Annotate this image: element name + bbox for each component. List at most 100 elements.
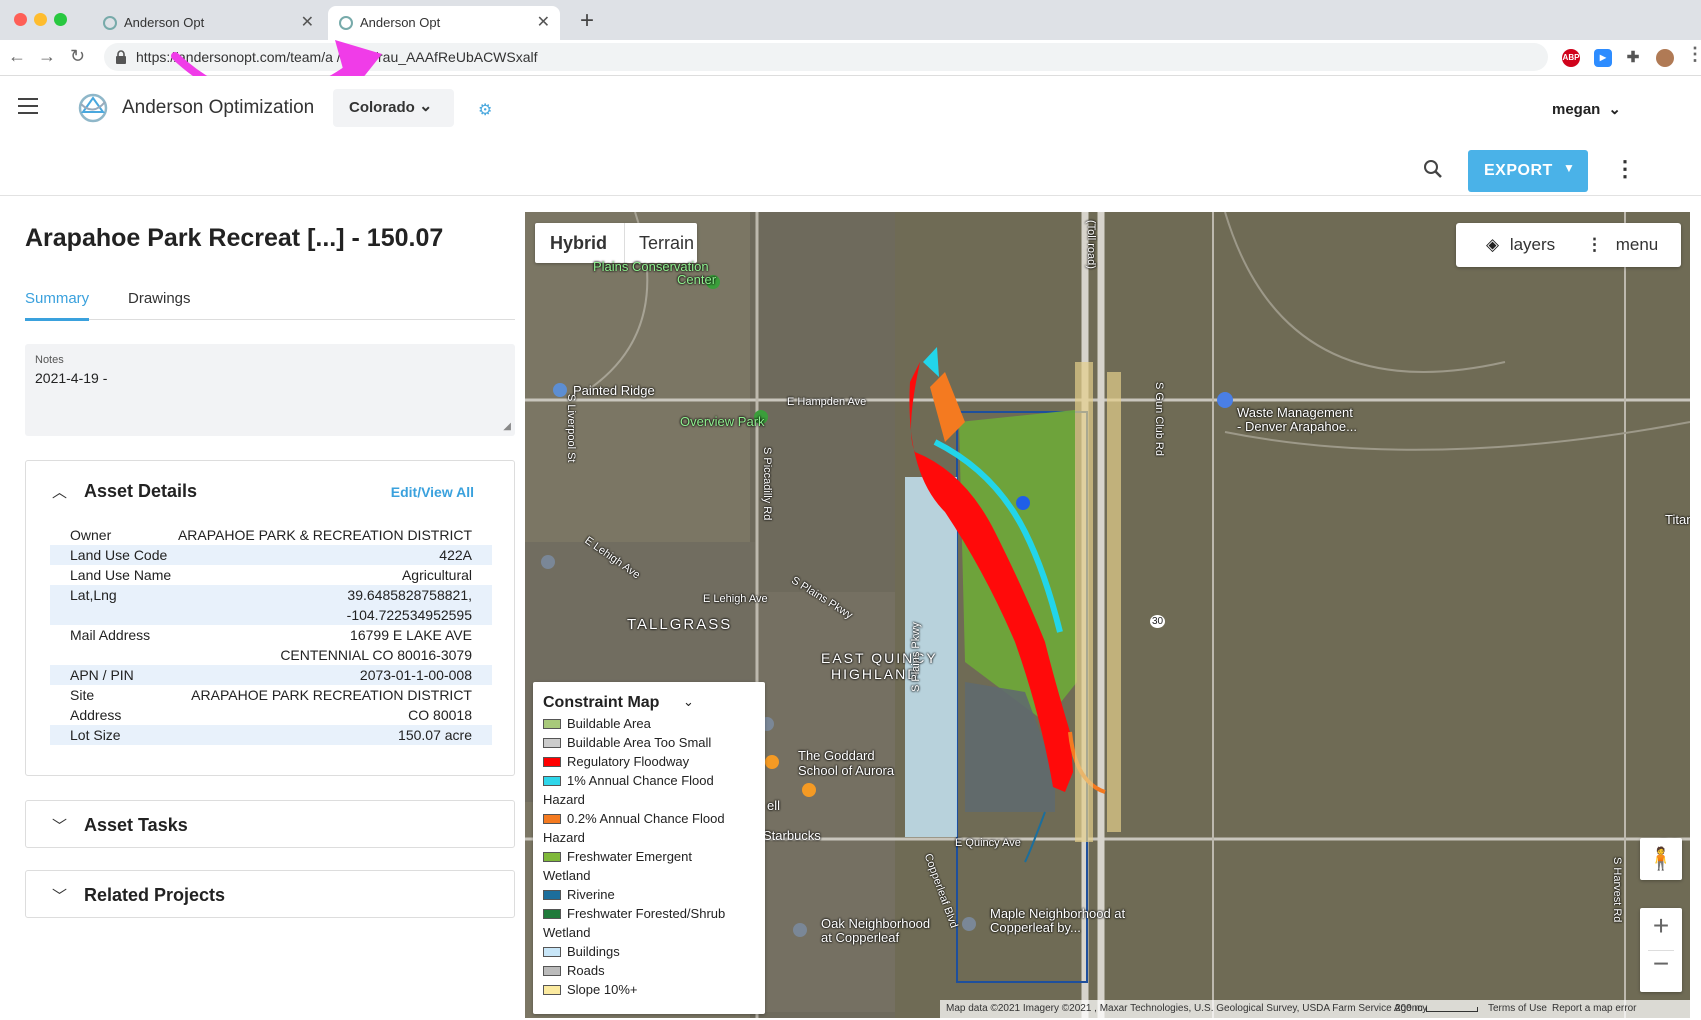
notes-label: Notes — [35, 354, 64, 366]
map-label: S Harvest Rd — [1611, 857, 1623, 923]
map-attribution: Map data ©2021 Imagery ©2021 , Maxar Tec… — [946, 1003, 1428, 1014]
maximize-window-dot[interactable] — [54, 13, 67, 26]
state-selector-value: Colorado — [349, 99, 415, 116]
asset-details-card: ︿ Asset Details Edit/View All Owner ARAP… — [25, 460, 515, 776]
detail-key: APN / PIN — [70, 667, 134, 683]
app-header: Anderson Optimization Colorado ⌄ ⚙ megan… — [0, 76, 1701, 142]
legend-label: Slope 10%+ — [567, 982, 638, 997]
asset-tasks-card[interactable]: ﹀ Asset Tasks — [25, 800, 515, 848]
zoom-controls: + − — [1640, 908, 1682, 992]
chevron-down-icon[interactable]: ﹀ — [52, 885, 67, 906]
caret-down-icon[interactable]: ▼ — [1563, 161, 1575, 175]
related-projects-header[interactable]: Related Projects — [84, 885, 225, 906]
asset-title: Arapahoe Park Recreat [...] - 150.07 — [25, 224, 444, 252]
legend-swatch — [543, 966, 561, 976]
asset-details-header[interactable]: Asset Details — [84, 481, 197, 502]
detail-row-lat-lng: Lat,Lng 39.6485828758821, -104.722534952… — [50, 585, 492, 625]
legend-item: 1% Annual Chance Flood Hazard — [543, 771, 753, 809]
search-icon[interactable] — [1422, 158, 1444, 180]
detail-key: Lot Size — [70, 727, 121, 743]
export-button[interactable]: EXPORT ▼ — [1468, 150, 1588, 192]
chevron-down-icon[interactable]: ﹀ — [52, 815, 67, 836]
map-type-terrain[interactable]: Terrain — [639, 233, 694, 254]
legend-item: Riverine — [543, 885, 753, 904]
adblock-extension-icon[interactable]: ABP — [1562, 49, 1580, 67]
detail-key: Owner — [70, 527, 112, 543]
legend-item: Regulatory Floodway — [543, 752, 753, 771]
state-selector[interactable]: Colorado ⌄ — [333, 89, 454, 127]
tab-summary[interactable]: Summary — [25, 290, 89, 307]
detail-row-mail-address: Mail Address 16799 E LAKE AVE CENTENNIAL… — [50, 625, 492, 665]
map-label: Maple Neighborhood at — [990, 906, 1126, 921]
detail-key: Land Use Name — [70, 567, 172, 583]
user-menu[interactable]: megan ⌄ — [1552, 100, 1621, 118]
legend-item: Buildable Area Too Small — [543, 733, 753, 752]
legend-item: 0.2% Annual Chance Flood Hazard — [543, 809, 753, 847]
map-label: HIGHLAND — [831, 666, 920, 682]
map-label: ell — [767, 798, 781, 813]
satellite-map[interactable]: Hybrid Terrain ◈ layers ⋮ menu Plains Co… — [525, 212, 1690, 1018]
map-label: E Quincy Ave — [955, 837, 1021, 849]
chevron-down-icon[interactable]: ⌄ — [683, 694, 694, 710]
map-label: - Denver Arapahoe... — [1237, 419, 1357, 434]
legend-item: Buildable Area — [543, 714, 753, 733]
legend-swatch — [543, 909, 561, 919]
map-label: E Hampden Ave — [787, 396, 867, 408]
legend-swatch — [543, 890, 561, 900]
chevron-up-icon[interactable]: ︿ — [52, 481, 67, 502]
tab-drawings[interactable]: Drawings — [128, 290, 191, 307]
gear-icon[interactable]: ⚙ — [478, 100, 492, 120]
resize-grip-icon[interactable]: ◢ — [503, 421, 511, 432]
legend-label: Riverine — [567, 887, 615, 902]
map-label: Starbucks — [763, 828, 821, 843]
forward-arrow-icon[interactable]: → — [38, 46, 56, 67]
detail-value: CENTENNIAL CO 80016-3079 — [280, 647, 472, 663]
tab-close-icon[interactable]: ✕ — [537, 12, 550, 32]
detail-value: 150.07 acre — [398, 727, 472, 743]
hamburger-menu-icon[interactable] — [18, 98, 38, 119]
legend-label: Freshwater Forested/Shrub — [567, 906, 726, 921]
reload-icon[interactable]: ↻ — [70, 46, 85, 67]
chevron-down-icon: ⌄ — [419, 98, 433, 115]
map-scale: 200 m — [1395, 1003, 1423, 1014]
legend-swatch — [543, 814, 561, 824]
extensions-puzzle-icon[interactable]: ✚ — [1624, 49, 1642, 67]
map-controls: ◈ layers ⋮ menu — [1456, 223, 1681, 267]
legend-item: Buildings — [543, 942, 753, 961]
profile-avatar-icon[interactable] — [1656, 49, 1674, 67]
back-arrow-icon[interactable]: ← — [8, 46, 26, 67]
legend-label: Wetland — [543, 925, 591, 940]
legend-swatch — [543, 757, 561, 767]
detail-key: Site — [70, 687, 95, 703]
legend-label: Buildable Area — [567, 716, 651, 731]
map-type-hybrid[interactable]: Hybrid — [550, 233, 607, 254]
asset-tasks-header[interactable]: Asset Tasks — [84, 815, 188, 836]
detail-key: Address — [70, 707, 122, 723]
street-view-pegman-icon[interactable]: 🧍 — [1640, 838, 1682, 880]
edit-view-all-link[interactable]: Edit/View All — [391, 484, 474, 500]
related-projects-card[interactable]: ﹀ Related Projects — [25, 870, 515, 918]
browser-menu-icon[interactable]: ⋮ — [1686, 44, 1701, 65]
map-menu-button[interactable]: ⋮ menu — [1586, 235, 1658, 255]
legend-swatch — [543, 738, 561, 748]
minimize-window-dot[interactable] — [34, 13, 47, 26]
report-error-link[interactable]: Report a map error — [1552, 1003, 1636, 1014]
legend-swatch — [543, 852, 561, 862]
map-menu-label: menu — [1615, 235, 1659, 254]
zoom-out-button[interactable]: − — [1640, 948, 1682, 980]
new-tab-icon[interactable]: + — [580, 7, 594, 35]
terms-link[interactable]: Terms of Use — [1488, 1003, 1547, 1014]
notes-field[interactable]: Notes 2021-4-19 - ◢ — [25, 344, 515, 436]
zoom-in-button[interactable]: + — [1640, 910, 1682, 942]
layers-button[interactable]: ◈ layers — [1486, 235, 1555, 255]
detail-key: Lat,Lng — [70, 587, 117, 603]
legend-item: Roads — [543, 961, 753, 980]
action-bar: EXPORT ▼ ⋮ — [0, 142, 1701, 196]
map-label: S Liverpool St — [565, 394, 577, 463]
user-name: megan — [1552, 101, 1601, 118]
more-options-icon[interactable]: ⋮ — [1614, 156, 1636, 182]
zoom-extension-icon[interactable]: ▶ — [1594, 49, 1612, 67]
legend-label: Hazard — [543, 792, 585, 807]
close-window-dot[interactable] — [14, 13, 27, 26]
app-favicon-icon — [103, 16, 117, 30]
